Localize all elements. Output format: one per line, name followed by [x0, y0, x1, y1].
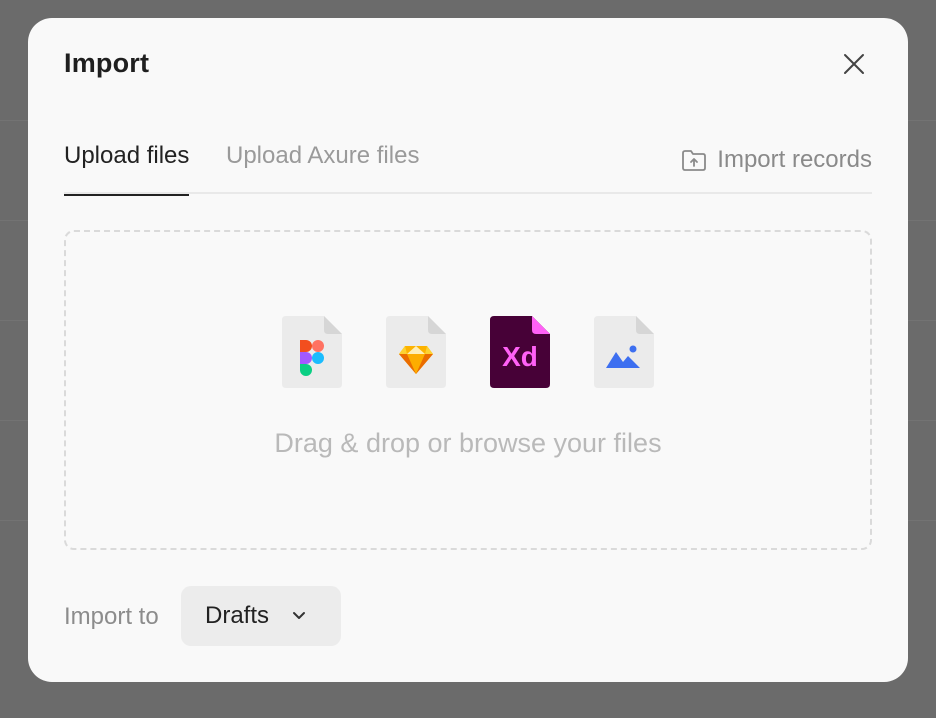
xd-label: Xd	[502, 341, 538, 372]
tab-bar: Upload files Upload Axure files Import r…	[64, 136, 872, 196]
select-value: Drafts	[205, 602, 270, 629]
dropzone-hint: Drag & drop or browse your files	[274, 428, 662, 458]
dialog-title: Import	[64, 48, 150, 78]
import-to-label: Import to	[64, 603, 159, 630]
import-records-label: Import records	[717, 146, 872, 173]
close-icon	[844, 54, 864, 74]
folder-upload-icon	[682, 150, 707, 171]
file-dropzone[interactable]: Xd Drag & drop or browse your files	[64, 230, 872, 550]
chevron-down-icon	[293, 612, 306, 619]
sketch-file-icon	[386, 316, 446, 388]
close-button[interactable]	[838, 48, 870, 80]
file-type-icons: Xd	[282, 316, 654, 388]
tab-upload-axure-files[interactable]: Upload Axure files	[226, 142, 419, 194]
image-file-icon	[594, 316, 654, 388]
import-dialog: Import Upload files Upload Axure files I…	[28, 18, 908, 682]
import-records-link[interactable]: Import records	[681, 146, 872, 174]
figma-file-icon	[282, 316, 342, 388]
xd-file-icon: Xd	[490, 316, 550, 388]
import-destination-select[interactable]: Drafts	[181, 586, 341, 646]
tab-upload-files[interactable]: Upload files	[64, 142, 190, 196]
